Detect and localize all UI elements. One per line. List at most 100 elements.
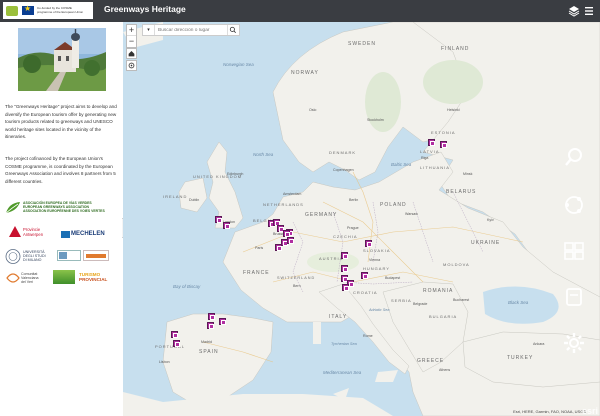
country-label: FINLAND: [441, 46, 470, 52]
info-sidebar: The "Greenways Heritage" project aims to…: [0, 22, 123, 416]
heritage-site-marker[interactable]: [173, 340, 180, 347]
city-label: Budapest: [385, 276, 401, 280]
esri-logo: esri: [581, 406, 598, 416]
city-label: Minsk: [463, 172, 473, 176]
valencia-logo: Comunitat Valenciana del Veri: [21, 272, 39, 285]
city-label: Ankara: [533, 342, 545, 346]
heritage-site-marker[interactable]: [440, 141, 447, 148]
country-label: CROATIA: [353, 290, 378, 295]
search-icon[interactable]: [227, 25, 238, 35]
country-label: BELARUS: [446, 189, 477, 195]
city-label: Copenhagen: [333, 168, 354, 172]
city-label: Paris: [255, 246, 264, 250]
country-label: LITHUANIA: [420, 165, 450, 170]
windows-icon[interactable]: [563, 240, 585, 262]
locate-icon[interactable]: [126, 60, 137, 71]
country-label: GREECE: [417, 358, 445, 364]
zoom-out-button[interactable]: −: [127, 36, 136, 47]
country-label: BULGARIA: [429, 314, 458, 319]
heritage-site-marker[interactable]: [171, 331, 178, 338]
turismo-logo: TURISMO PROVINCIAL: [79, 272, 107, 282]
sea-label: Norwegian Sea: [223, 62, 254, 67]
sea-label: North Sea: [253, 152, 274, 157]
heritage-site-marker[interactable]: [428, 139, 435, 146]
city-label: Riga: [421, 156, 429, 160]
country-label: SPAIN: [199, 349, 219, 355]
greenways-mini-logo: [6, 5, 18, 16]
sea-label: Tyrrhenian Sea: [331, 342, 357, 346]
city-label: Bucharest: [453, 298, 470, 302]
city-label: Warsaw: [405, 212, 418, 216]
country-label: GERMANY: [305, 212, 338, 218]
city-label: Bern: [293, 284, 301, 288]
country-label: IRELAND: [163, 194, 188, 199]
heritage-site-marker[interactable]: [341, 252, 348, 259]
sea-label: Mediterranean Sea: [323, 370, 362, 375]
map-attribution: Esri, HERE, Garmin, FAO, NOAA, USGS: [513, 409, 586, 414]
country-label: DENMARK: [329, 150, 357, 155]
heritage-site-marker[interactable]: [283, 230, 290, 237]
home-icon[interactable]: [126, 48, 137, 59]
heritage-site-marker[interactable]: [341, 265, 348, 272]
country-label: ROMANIA: [423, 288, 454, 294]
country-label: PORTUGAL: [155, 344, 185, 349]
search-source-dropdown[interactable]: ▾: [143, 25, 155, 35]
app-header: Co-funded by the COSME programme of the …: [0, 0, 600, 22]
antwerp-logo: Provincie Antwerpen: [23, 227, 43, 237]
country-label: SLOVAKIA: [363, 248, 391, 253]
heritage-site-marker[interactable]: [365, 240, 372, 247]
magnifier-icon[interactable]: [563, 146, 585, 168]
milano-seal-icon: [5, 249, 21, 264]
heritage-site-marker[interactable]: [215, 216, 222, 223]
sea-label: Black Sea: [508, 300, 529, 305]
country-label: HUNGARY: [363, 266, 390, 271]
heritage-site-marker[interactable]: [275, 244, 282, 251]
heritage-site-marker[interactable]: [223, 222, 230, 229]
share-icon[interactable]: [563, 194, 585, 216]
country-label: SWEDEN: [348, 41, 376, 47]
mechelen-logo-icon: [61, 231, 70, 238]
cosme-logo: Co-funded by the COSME programme of the …: [3, 2, 93, 19]
antwerp-logo-icon: [9, 226, 21, 237]
city-label: Kyiv: [487, 218, 494, 222]
sea-label: Adriatic Sea: [369, 308, 390, 312]
country-label: FRANCE: [243, 270, 270, 276]
city-label: Lisbon: [159, 360, 170, 364]
heritage-site-marker[interactable]: [361, 272, 368, 279]
city-label: Berlin: [349, 198, 359, 202]
partner-logo-a: [57, 250, 81, 261]
heritage-site-marker[interactable]: [207, 322, 214, 329]
menu-icon[interactable]: [584, 5, 594, 17]
heritage-site-marker[interactable]: [342, 284, 349, 291]
project-funding-text: The project cofinanced by the European U…: [5, 156, 116, 184]
mechelen-logo: MECHELEN: [71, 231, 105, 237]
country-label: SWITZERLAND: [277, 276, 316, 280]
zoom-in-button[interactable]: +: [127, 25, 136, 36]
zoom-control: + −: [126, 24, 137, 48]
country-label: AUSTRIA: [319, 256, 344, 261]
sea-label: Baltic Sea: [391, 162, 412, 167]
heritage-site-marker[interactable]: [208, 313, 215, 320]
heritage-site-marker[interactable]: [287, 237, 294, 244]
layers-icon[interactable]: [568, 5, 580, 17]
search-widget: ▾: [142, 24, 240, 36]
settings-icon[interactable]: [563, 332, 585, 354]
turismo-line2: PROVINCIAL: [79, 277, 108, 282]
partner-logo-c: [53, 270, 75, 284]
device-icon[interactable]: [563, 286, 585, 308]
partner-logo-b: [83, 250, 109, 261]
city-label: Dublin: [189, 198, 200, 202]
city-label: Rome: [363, 334, 373, 338]
valencia-logo-icon: [6, 273, 20, 283]
search-input[interactable]: [155, 27, 227, 33]
country-label: LATVIA: [420, 149, 440, 154]
city-label: Amsterdam: [283, 192, 302, 196]
city-label: Helsinki: [447, 108, 460, 112]
country-label: CZECHIA: [333, 234, 358, 239]
country-label: ITALY: [329, 314, 348, 320]
city-label: Belgrade: [413, 302, 428, 306]
city-label: Madrid: [201, 340, 212, 344]
eu-flag-icon: [22, 4, 34, 15]
map-view[interactable]: SWEDEN FINLAND NORWAY ESTONIA LATVIA LIT…: [123, 22, 600, 416]
heritage-site-marker[interactable]: [219, 318, 226, 325]
